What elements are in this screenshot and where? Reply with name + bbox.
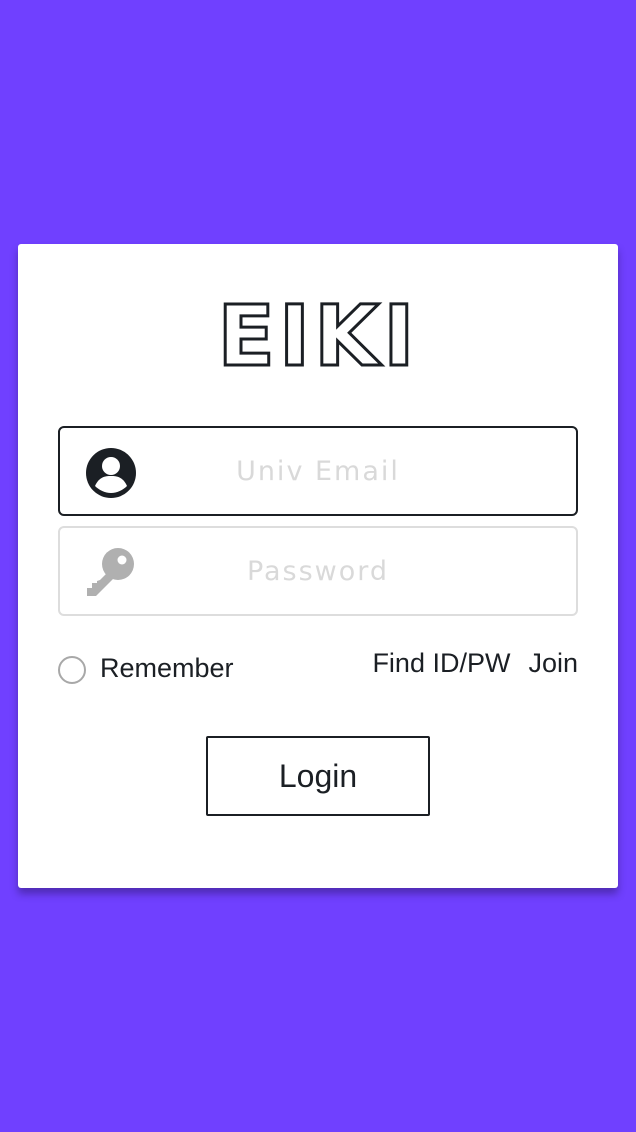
auth-links: Find ID/PW Join (372, 648, 578, 679)
login-card: EIKI Remember Find ID/PW Join Login (18, 244, 618, 888)
app-logo: EIKI (216, 287, 419, 385)
user-avatar-icon (84, 446, 138, 500)
key-icon (84, 546, 138, 600)
join-link[interactable]: Join (528, 648, 578, 679)
remember-label: Remember (100, 652, 234, 683)
password-field[interactable] (58, 526, 578, 616)
find-id-pw-link[interactable]: Find ID/PW (372, 648, 510, 679)
remember-radio[interactable] (58, 656, 86, 684)
remember-checkbox[interactable]: Remember (58, 650, 234, 686)
email-field[interactable] (58, 426, 578, 516)
login-button[interactable]: Login (206, 736, 430, 816)
